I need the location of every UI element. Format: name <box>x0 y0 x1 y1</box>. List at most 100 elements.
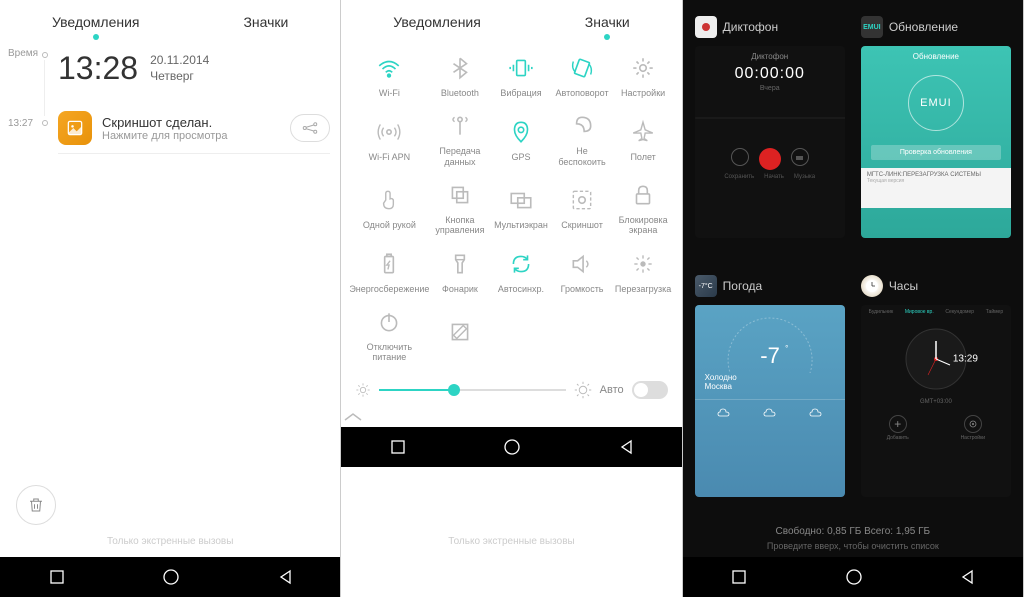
nav-recents[interactable] <box>731 569 747 585</box>
toggle-onehand[interactable]: Одной рукой <box>349 173 429 240</box>
tab-notifications[interactable]: Уведомления <box>385 10 489 34</box>
toggle-wifi[interactable]: Wi-Fi <box>349 46 429 102</box>
toggle-label: Громкость <box>561 284 604 294</box>
control-icon <box>442 177 478 213</box>
toggle-edit[interactable] <box>429 300 490 367</box>
tab-toggles[interactable]: Значки <box>577 10 638 34</box>
svg-text:-7: -7 <box>760 343 780 368</box>
collapse-panel[interactable] <box>341 407 681 427</box>
recorder-thumbnail: Диктофон 00:00:00 Вчера СохранитьНачатьМ… <box>695 46 845 238</box>
volume-icon <box>564 246 600 282</box>
wifiapn-icon <box>371 114 407 150</box>
timeline-dot <box>42 120 48 126</box>
notif-time-label: 13:27 <box>8 118 33 129</box>
toggle-data[interactable]: Передачаданных <box>429 104 490 171</box>
toggle-label: Перезагрузка <box>615 284 671 294</box>
screen-toggles: Уведомления Значки Wi-Fi Bluetooth Вибраци… <box>341 0 682 597</box>
recorder-app-icon <box>695 16 717 38</box>
timeline-label-time: Время <box>8 48 38 59</box>
toggle-label: Автоповорот <box>555 88 608 98</box>
toggle-wifiapn[interactable]: Wi-Fi APN <box>349 104 429 171</box>
toggle-label: Вибрация <box>500 88 541 98</box>
current-date: 20.11.2014 <box>150 53 209 69</box>
screen-recents: Диктофон Диктофон 00:00:00 Вчера Сохрани… <box>683 0 1024 597</box>
weather-thumbnail: -7° Холодно Москва <box>695 305 845 497</box>
toggle-reboot[interactable]: Перезагрузка <box>613 242 674 298</box>
nav-recents[interactable] <box>49 569 65 585</box>
recent-app-clock[interactable]: Часы БудильникМировое вр.СекундомерТайме… <box>861 275 1011 518</box>
vibration-icon <box>503 50 539 86</box>
poweroff-icon <box>371 304 407 340</box>
update-thumbnail: Обновление EMUI Проверка обновления МГТС… <box>861 46 1011 238</box>
toggle-poweroff[interactable]: Отключитьпитание <box>349 300 429 367</box>
nav-home[interactable] <box>162 568 180 586</box>
brightness-high-icon <box>574 381 592 399</box>
emergency-text: Только экстренные вызовы <box>0 536 340 547</box>
toggle-bluetooth[interactable]: Bluetooth <box>429 46 490 102</box>
toggle-gps[interactable]: GPS <box>490 104 551 171</box>
tabs: Уведомления Значки <box>0 0 340 40</box>
toggle-label: Мультиэкран <box>494 220 548 230</box>
toggle-powersave[interactable]: Энергосбережение <box>349 242 429 298</box>
tab-toggles[interactable]: Значки <box>235 10 296 34</box>
nav-home[interactable] <box>845 568 863 586</box>
clear-all-button[interactable] <box>16 485 56 525</box>
multiscreen-icon <box>503 182 539 218</box>
toggle-airplane[interactable]: Полет <box>613 104 674 171</box>
nav-home[interactable] <box>503 438 521 456</box>
gps-icon <box>503 114 539 150</box>
toggle-label: Одной рукой <box>363 220 416 230</box>
notification-card[interactable]: Скриншот сделан. Нажмите для просмотра <box>58 103 330 154</box>
toggle-autorotate[interactable]: Автоповорот <box>552 46 613 102</box>
bluetooth-icon <box>442 50 478 86</box>
lock-icon <box>625 177 661 213</box>
toggle-multiscreen[interactable]: Мультиэкран <box>490 173 551 240</box>
toggle-screenshot[interactable]: Скриншот <box>552 173 613 240</box>
toggle-label: Передачаданных <box>439 146 480 167</box>
toggle-autosync[interactable]: Автосинхр. <box>490 242 551 298</box>
screenshot-icon <box>564 182 600 218</box>
powersave-icon <box>371 246 407 282</box>
toggle-control[interactable]: Кнопкауправления <box>429 173 490 240</box>
nav-back[interactable] <box>278 569 292 585</box>
nav-recents[interactable] <box>390 439 406 455</box>
app-name: Часы <box>889 279 918 293</box>
toggle-label: Wi-Fi <box>379 88 400 98</box>
clock-app-icon <box>861 275 883 297</box>
app-name: Обновление <box>889 20 958 34</box>
navbar <box>683 557 1023 597</box>
toggle-lock[interactable]: Блокировкаэкрана <box>613 173 674 240</box>
toggle-label: Блокировкаэкрана <box>619 215 668 236</box>
tab-notifications[interactable]: Уведомления <box>44 10 148 34</box>
toggle-label: Полет <box>630 152 655 162</box>
storage-info: Свободно: 0,85 ГБ Всего: 1,95 ГБ <box>683 518 1023 541</box>
toggle-flashlight[interactable]: Фонарик <box>429 242 490 298</box>
onehand-icon <box>371 182 407 218</box>
tabs: Уведомления Значки <box>341 0 681 40</box>
recent-app-recorder[interactable]: Диктофон Диктофон 00:00:00 Вчера Сохрани… <box>695 16 845 259</box>
app-name: Погода <box>723 279 763 293</box>
toggle-dnd[interactable]: Не беспокоить <box>552 104 613 171</box>
brightness-control: Авто <box>341 373 681 407</box>
nav-back[interactable] <box>960 569 974 585</box>
toggle-vibration[interactable]: Вибрация <box>490 46 551 102</box>
auto-brightness-toggle[interactable] <box>632 381 668 399</box>
share-button[interactable] <box>290 114 330 142</box>
data-icon <box>442 108 478 144</box>
recent-app-weather[interactable]: -7°C Погода -7° Холодно Москва <box>695 275 845 518</box>
wifi-icon <box>371 50 407 86</box>
toggle-volume[interactable]: Громкость <box>552 242 613 298</box>
recent-app-update[interactable]: EMUI Обновление Обновление EMUI Проверка… <box>861 16 1011 259</box>
recents-grid: Диктофон Диктофон 00:00:00 Вчера Сохрани… <box>683 0 1023 518</box>
current-weekday: Четверг <box>150 69 209 85</box>
reboot-icon <box>625 246 661 282</box>
toggle-grid: Wi-Fi Bluetooth Вибрация Автоповорот Настрой… <box>341 40 681 373</box>
autosync-icon <box>503 246 539 282</box>
nav-back[interactable] <box>619 439 633 455</box>
toggle-label: Автосинхр. <box>498 284 544 294</box>
toggle-settings[interactable]: Настройки <box>613 46 674 102</box>
settings-icon <box>625 50 661 86</box>
brightness-slider[interactable] <box>379 389 565 391</box>
toggle-label: GPS <box>511 152 530 162</box>
toggle-label: Wi-Fi APN <box>369 152 411 162</box>
